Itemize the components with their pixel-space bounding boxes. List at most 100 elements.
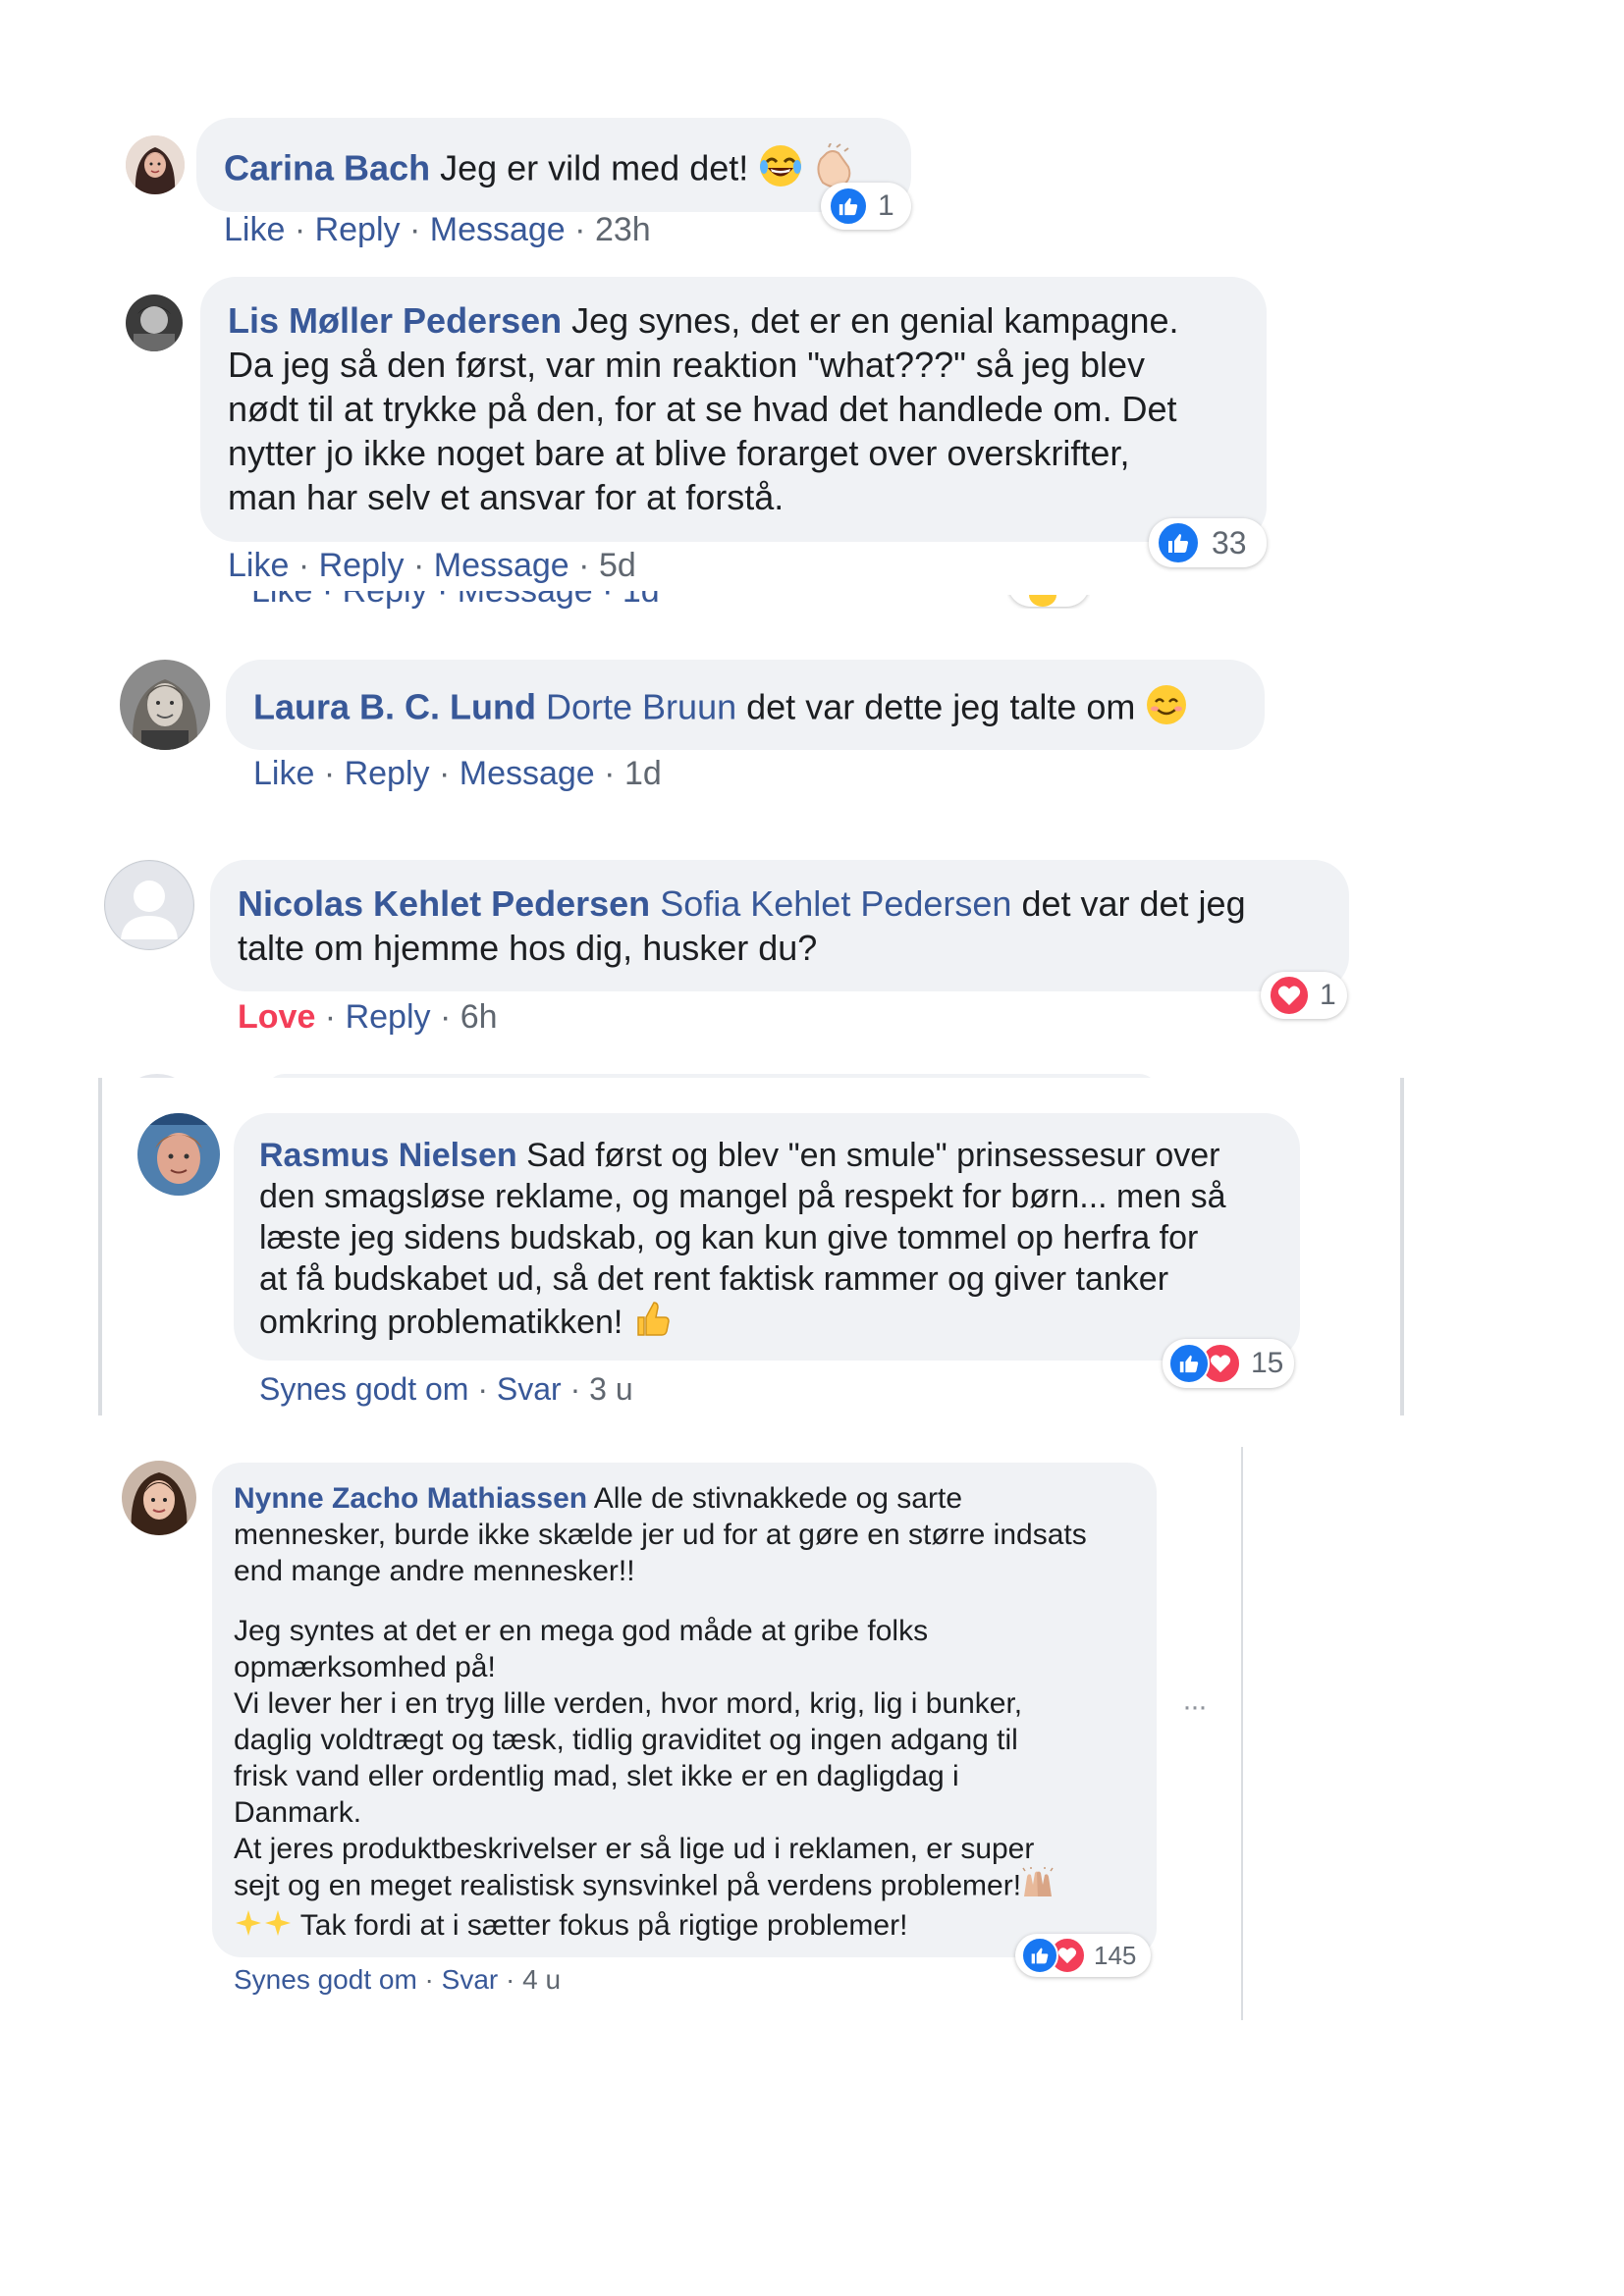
- like-link[interactable]: Like: [224, 211, 285, 248]
- avatar[interactable]: [137, 1113, 220, 1196]
- comment-author[interactable]: Carina Bach: [224, 148, 430, 188]
- reaction-count: 1: [878, 189, 894, 222]
- comment-actions: Synes godt om · Svar · 3 u: [259, 1371, 633, 1407]
- sparkles-icon: [263, 1908, 293, 1947]
- thumbs-up-icon: [1168, 1343, 1210, 1384]
- reaction-count: 33: [1212, 524, 1247, 561]
- comment-text-line: Jeg synes, det er en genial kampagne.: [571, 300, 1179, 341]
- comment-bubble: Laura B. C. Lund Dorte Bruun det var det…: [226, 660, 1265, 750]
- comment-text-line: Sad først og blev "en smule" prinsessesu…: [526, 1137, 1220, 1174]
- comment-text-line: læste jeg sidens budskab, og kan kun giv…: [259, 1219, 1199, 1256]
- comment-text-line: Alle de stivnakkede og sarte: [593, 1482, 963, 1515]
- comment-text-line: Vi lever her i en tryg lille verden, hvo…: [234, 1687, 1023, 1720]
- mention-link[interactable]: Sofia Kehlet Pedersen: [660, 883, 1011, 924]
- comment-text-line: omkring problematikken!: [259, 1303, 623, 1341]
- sparkles-icon: [234, 1908, 263, 1947]
- comment-actions: Love · Reply · 6h: [238, 998, 498, 1036]
- reaction-summary[interactable]: 1: [1261, 972, 1347, 1019]
- comment-text-line: Tak fordi at i sætter fokus på rigtige p…: [299, 1909, 908, 1942]
- timestamp[interactable]: 4 u: [522, 1964, 561, 1995]
- reaction-summary[interactable]: 33: [1149, 518, 1267, 567]
- reply-link[interactable]: Reply: [345, 755, 430, 792]
- comment-text-line: nødt til at trykke på den, for at se hva…: [228, 389, 1177, 429]
- comment-text-line: Danmark.: [234, 1796, 362, 1829]
- mention-link[interactable]: Dorte Bruun: [546, 687, 736, 727]
- comment-text-line: mennesker, burde ikke skælde jer ud for …: [234, 1519, 1087, 1551]
- comment-bubble: Nynne Zacho Mathiassen Alle de stivnakke…: [212, 1463, 1157, 1957]
- comment-bubble: Carina Bach Jeg er vild med det!: [196, 118, 911, 212]
- reply-link[interactable]: Reply: [319, 547, 405, 584]
- comment-author[interactable]: Nicolas Kehlet Pedersen: [238, 883, 650, 924]
- like-link[interactable]: Like: [253, 755, 314, 792]
- comment-text-line: Da jeg så den først, var min reaktion "w…: [228, 345, 1146, 385]
- comment-text-line: end mange andre mennesker!!: [234, 1555, 635, 1587]
- comment-bubble: Lis Møller Pedersen Jeg synes, det er en…: [200, 277, 1267, 542]
- more-options-icon[interactable]: ···: [1182, 1690, 1208, 1724]
- comment-text-line: talte om hjemme hos dig, husker du?: [238, 928, 818, 968]
- comment-text-line: frisk vand eller ordentlig mad, slet ikk…: [234, 1760, 959, 1792]
- timestamp[interactable]: 1d: [624, 755, 662, 792]
- like-link[interactable]: Synes godt om: [234, 1964, 417, 1995]
- timestamp[interactable]: 5d: [599, 547, 636, 584]
- divider: [1400, 1078, 1404, 1415]
- comment-text: Jeg er vild med det!: [440, 147, 749, 188]
- comment-actions: Like · Reply · Message · 5d: [228, 547, 636, 584]
- cropped-fragment: [128, 1074, 1159, 1078]
- message-link[interactable]: Message: [460, 755, 595, 792]
- comment-text-line: daglig voldtrægt og tæsk, tidlig gravidi…: [234, 1724, 1018, 1756]
- comment-text-line: at få budskabet ud, så det rent faktisk …: [259, 1260, 1169, 1298]
- thumbs-up-emoji-icon: [632, 1300, 672, 1349]
- reply-link[interactable]: Svar: [497, 1371, 562, 1407]
- reaction-summary[interactable]: 145: [1015, 1934, 1151, 1977]
- comment-author[interactable]: Nynne Zacho Mathiassen: [234, 1482, 587, 1515]
- comment-actions: Like · Reply · Message · 1d: [253, 755, 662, 792]
- reaction-count: 145: [1094, 1940, 1137, 1970]
- comment-text: det var dette jeg talte om: [746, 686, 1136, 727]
- comment-text-line: At jeres produktbeskrivelser er så lige …: [234, 1833, 1035, 1865]
- avatar[interactable]: [104, 860, 194, 950]
- divider: [98, 1078, 102, 1415]
- reply-link[interactable]: Reply: [315, 211, 401, 248]
- reaction-summary[interactable]: 15: [1163, 1339, 1294, 1388]
- timestamp[interactable]: 3 u: [589, 1371, 632, 1407]
- comment-actions: Like · Reply · Message · 23h: [224, 211, 651, 248]
- comment-author[interactable]: Lis Møller Pedersen: [228, 300, 562, 341]
- cropped-reaction-fragment: [1007, 595, 1090, 609]
- reply-link[interactable]: Reply: [346, 998, 431, 1036]
- comment-text-line: sejt og en meget realistisk synsvinkel p…: [234, 1869, 1022, 1902]
- comment-text-line: opmærksomhed på!: [234, 1651, 496, 1683]
- thumbs-up-icon: [1021, 1937, 1058, 1974]
- divider: [1241, 1447, 1243, 2020]
- heart-icon: [1269, 975, 1310, 1016]
- thumbs-up-icon: [829, 187, 868, 226]
- avatar[interactable]: [122, 1461, 196, 1535]
- comment-text-line: man har selv et ansvar for at forstå.: [228, 477, 785, 517]
- avatar[interactable]: [126, 294, 183, 351]
- laughing-emoji-icon: [758, 143, 803, 198]
- smiling-emoji-icon: [1145, 683, 1188, 736]
- comment-author[interactable]: Laura B. C. Lund: [253, 687, 536, 727]
- comment-bubble: Rasmus Nielsen Sad først og blev "en smu…: [234, 1113, 1300, 1361]
- thumbs-up-icon: [1157, 521, 1200, 564]
- avatar[interactable]: [120, 660, 210, 750]
- reaction-summary[interactable]: 1: [821, 183, 911, 230]
- like-link[interactable]: Synes godt om: [259, 1371, 468, 1407]
- comment-author[interactable]: Rasmus Nielsen: [259, 1137, 517, 1174]
- like-link[interactable]: Like: [228, 547, 289, 584]
- reaction-count: 15: [1251, 1347, 1284, 1379]
- cropped-actions-fragment: Like · Reply · Message · 1d: [251, 591, 660, 610]
- comment-text-line: Jeg syntes at det er en mega god måde at…: [234, 1615, 929, 1647]
- comment-text-line: nytter jo ikke noget bare at blive forar…: [228, 433, 1130, 473]
- message-link[interactable]: Message: [434, 547, 569, 584]
- comment-text-line: den smagsløse reklame, og mangel på resp…: [259, 1178, 1226, 1215]
- comment-text-line: det var det jeg: [1021, 883, 1246, 924]
- reply-link[interactable]: Svar: [442, 1964, 499, 1995]
- timestamp[interactable]: 23h: [595, 211, 651, 248]
- comment-actions: Synes godt om · Svar · 4 u: [234, 1964, 562, 1995]
- message-link[interactable]: Message: [430, 211, 566, 248]
- comment-bubble: Nicolas Kehlet Pedersen Sofia Kehlet Ped…: [210, 860, 1349, 991]
- avatar[interactable]: [126, 135, 185, 194]
- timestamp[interactable]: 6h: [460, 998, 498, 1036]
- love-link[interactable]: Love: [238, 998, 315, 1036]
- raised-hands-icon: [1021, 1867, 1055, 1907]
